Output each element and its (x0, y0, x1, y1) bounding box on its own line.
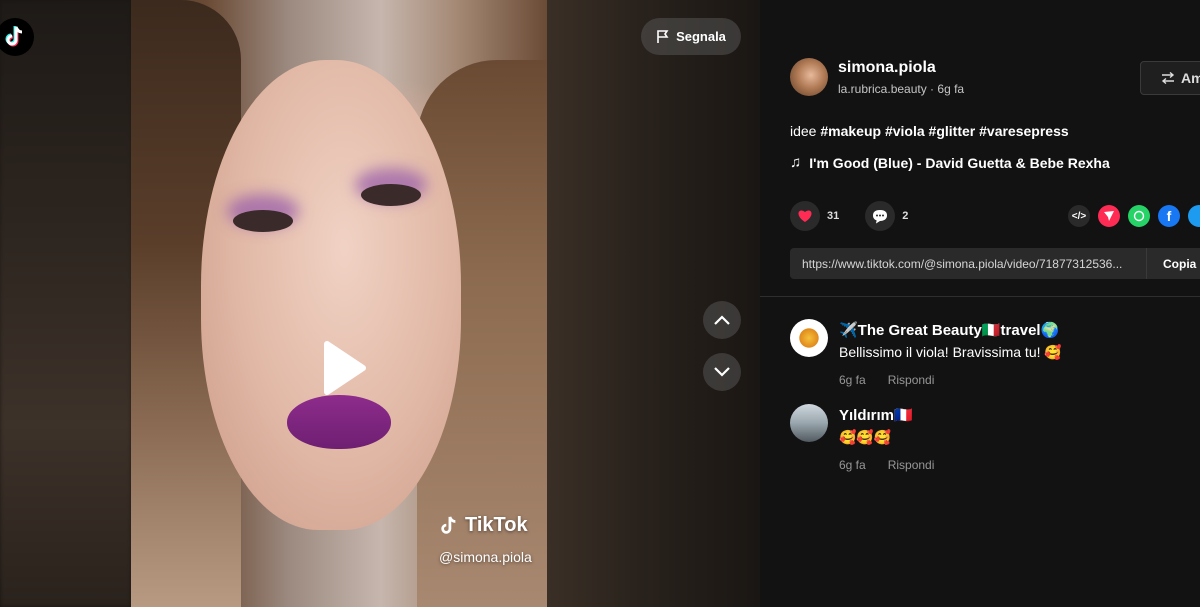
comment-meta: 6g fa Rispondi (839, 373, 1062, 387)
video-stage: TikTok @simona.piola Segnala (0, 0, 760, 607)
facebook-icon[interactable]: f (1158, 205, 1180, 227)
comment-meta: 6g fa Rispondi (839, 458, 934, 472)
copy-link-button[interactable]: Copia (1146, 248, 1196, 279)
tiktok-watermark-icon (441, 515, 456, 534)
music-note-icon: ♫ (790, 154, 802, 171)
comment-text: Bellissimo il viola! Bravissima tu! 🥰 (839, 344, 1062, 360)
embed-code-icon[interactable]: </> (1068, 205, 1090, 227)
video-eye-left (233, 210, 293, 232)
author-separator: · (926, 82, 938, 96)
share-options: </> f (1068, 205, 1200, 227)
share-link-text[interactable]: https://www.tiktok.com/@simona.piola/vid… (790, 257, 1146, 271)
hashtag[interactable]: #glitter (929, 123, 976, 139)
like-count: 31 (827, 210, 840, 222)
reply-button[interactable]: Rispondi (888, 458, 935, 472)
engagement-actions: 31 2 (790, 201, 934, 231)
music-title: I'm Good (Blue) - David Guetta & Bebe Re… (809, 154, 1110, 171)
comment-avatar[interactable] (790, 319, 828, 357)
share-link-box: https://www.tiktok.com/@simona.piola/vid… (790, 248, 1200, 279)
video-watermark: TikTok (439, 514, 528, 537)
comment-author[interactable]: Yıldırım🇫🇷 (839, 406, 934, 424)
swap-arrows-icon (1161, 72, 1175, 84)
post-age: 6g fa (937, 82, 965, 96)
comment-bubble-icon (873, 209, 888, 223)
reply-button[interactable]: Rispondi (888, 373, 935, 387)
play-icon[interactable] (321, 340, 367, 396)
next-video-button[interactable] (703, 353, 741, 391)
watermark-handle: @simona.piola (439, 549, 532, 565)
follow-label: Am (1181, 70, 1200, 86)
flag-icon (657, 29, 669, 43)
chevron-down-icon (714, 367, 730, 377)
video-eye-right (361, 184, 421, 206)
author-subtitle: la.rubrica.beauty · 6g fa (838, 82, 964, 96)
comment-item: ✈️The Great Beauty🇮🇹travel🌍 Bellissimo i… (790, 319, 1062, 387)
report-label: Segnala (676, 29, 726, 44)
report-button[interactable]: Segnala (641, 18, 741, 55)
author-info: simona.piola la.rubrica.beauty · 6g fa (790, 58, 964, 96)
author-avatar[interactable] (790, 58, 828, 96)
like-button[interactable] (790, 201, 820, 231)
heart-icon (798, 210, 812, 222)
section-divider (760, 296, 1200, 297)
comment-button[interactable] (865, 201, 896, 231)
video-player[interactable]: TikTok @simona.piola (131, 0, 547, 607)
hashtag[interactable]: #makeup (820, 123, 881, 139)
comment-item: Yıldırım🇫🇷 🥰🥰🥰 6g fa Rispondi (790, 404, 934, 472)
follow-button[interactable]: Am (1140, 61, 1200, 95)
music-link[interactable]: ♫ I'm Good (Blue) - David Guetta & Bebe … (790, 154, 1110, 171)
send-to-friends-icon[interactable] (1098, 205, 1120, 227)
chevron-up-icon (714, 315, 730, 325)
comment-age: 6g fa (839, 458, 866, 472)
description-text: idee (790, 123, 817, 139)
twitter-icon[interactable] (1188, 205, 1200, 227)
comment-avatar[interactable] (790, 404, 828, 442)
author-nickname: la.rubrica.beauty (838, 82, 927, 96)
whatsapp-icon[interactable] (1128, 205, 1150, 227)
comment-author[interactable]: ✈️The Great Beauty🇮🇹travel🌍 (839, 321, 1062, 339)
video-description: idee #makeup #viola #glitter #varesepres… (790, 123, 1069, 139)
previous-video-button[interactable] (703, 301, 741, 339)
hashtag[interactable]: #viola (885, 123, 925, 139)
comment-count: 2 (902, 210, 909, 222)
comment-age: 6g fa (839, 373, 866, 387)
hashtag[interactable]: #varesepress (979, 123, 1069, 139)
video-lips (287, 395, 391, 449)
comment-text: 🥰🥰🥰 (839, 429, 892, 445)
video-face (201, 60, 461, 530)
blurred-background-left (0, 0, 131, 607)
details-panel: simona.piola la.rubrica.beauty · 6g fa A… (760, 0, 1200, 607)
watermark-brand: TikTok (465, 514, 528, 536)
author-username[interactable]: simona.piola (838, 59, 964, 77)
